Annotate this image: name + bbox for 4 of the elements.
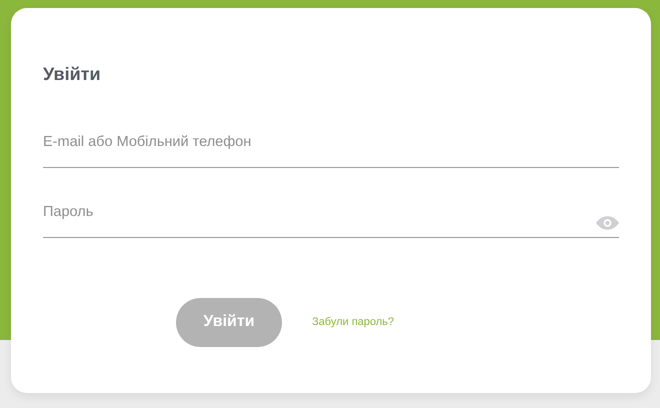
forgot-password-link[interactable]: Забули пароль?: [312, 314, 394, 330]
eye-icon[interactable]: [596, 216, 619, 230]
login-field[interactable]: E-mail або Мобільний телефон: [43, 130, 619, 168]
login-title: Увійти: [43, 64, 102, 86]
